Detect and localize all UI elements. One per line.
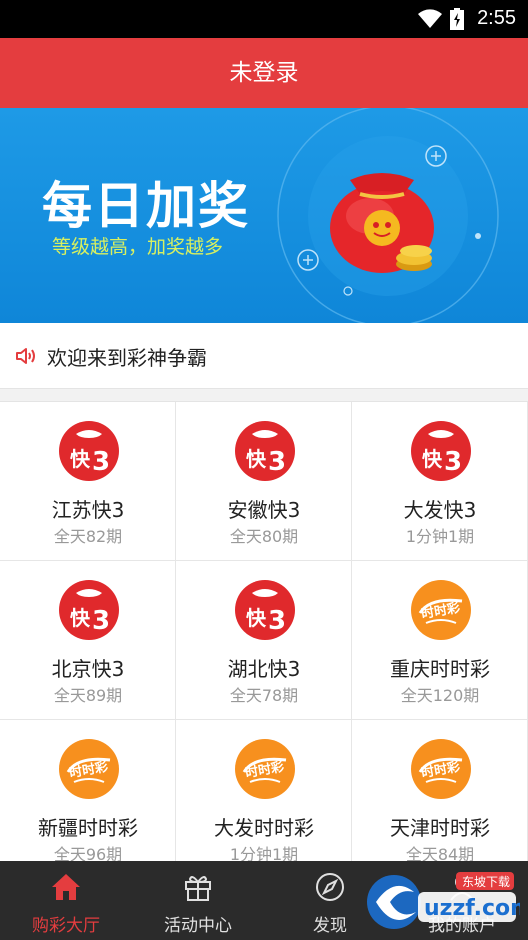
page-title: 未登录	[0, 38, 528, 108]
svg-text:快: 快	[70, 447, 91, 471]
svg-text:快: 快	[246, 447, 267, 471]
lottery-period: 全天89期	[53, 686, 123, 705]
shishicai-icon: 时时彩	[411, 739, 471, 799]
lottery-item[interactable]: 时时彩 重庆时时彩全天120期	[352, 561, 528, 720]
lottery-period: 全天96期	[53, 845, 123, 861]
kuai3-icon: 快 3	[235, 421, 295, 481]
lottery-item[interactable]: 时时彩 新疆时时彩全天96期	[0, 720, 176, 861]
lottery-name: 大发时时彩	[214, 816, 314, 840]
kuai3-icon: 快 3	[411, 421, 471, 481]
home-icon	[52, 874, 80, 900]
lottery-period: 全天120期	[400, 686, 480, 705]
lottery-name: 重庆时时彩	[390, 657, 490, 681]
svg-text:3: 3	[92, 447, 110, 477]
lottery-item[interactable]: 快 3 北京快3 全天89期	[0, 561, 176, 720]
tab-label: 购彩大厅	[32, 916, 100, 936]
lottery-item[interactable]: 时时彩 天津时时彩全天84期	[352, 720, 528, 861]
banner-title: 每日加奖	[42, 177, 250, 235]
watermark-logo: uzzf.com 东坡下载	[367, 872, 520, 929]
lottery-item[interactable]: 快 3 安徽快3 全天80期	[176, 402, 352, 561]
promo-banner[interactable]: 每日加奖 等级越高，加奖越多	[0, 108, 528, 323]
svg-text:快: 快	[246, 606, 267, 630]
lottery-name: 大发快3	[403, 498, 477, 522]
lottery-grid: 快 3 江苏快3 全天82期 快 3 安徽快3 全天80期 快 3 大发快3 1分钟1…	[0, 401, 528, 861]
gift-icon	[185, 876, 211, 901]
banner-subtitle: 等级越高，加奖越多	[52, 236, 224, 258]
lottery-period: 全天78期	[229, 686, 299, 705]
lottery-period: 1分钟1期	[405, 527, 475, 546]
lottery-name: 江苏快3	[51, 498, 125, 522]
watermark-subtext: 东坡下载	[462, 875, 510, 889]
svg-text:快: 快	[422, 447, 443, 471]
shishicai-icon: 时时彩	[235, 739, 295, 799]
shishicai-icon: 时时彩	[59, 739, 119, 799]
svg-text:3: 3	[92, 606, 110, 636]
tab-lobby[interactable]: 购彩大厅	[0, 861, 132, 940]
lottery-item[interactable]: 快 3 大发快3 1分钟1期	[352, 402, 528, 561]
kuai3-icon: 快 3	[235, 580, 295, 640]
notice-bar[interactable]: 欢迎来到彩神争霸	[0, 323, 528, 389]
kuai3-icon: 快 3	[59, 580, 119, 640]
lottery-item[interactable]: 时时彩 大发时时彩 1分钟1期	[176, 720, 352, 861]
tab-label: 活动中心	[164, 916, 232, 936]
kuai3-icon: 快 3	[59, 421, 119, 481]
lottery-item[interactable]: 快 3 湖北快3 全天78期	[176, 561, 352, 720]
shishicai-icon: 时时彩	[411, 580, 471, 640]
lottery-name: 安徽快3	[227, 498, 301, 522]
lottery-name: 新疆时时彩	[38, 816, 138, 840]
svg-text:3: 3	[268, 606, 286, 636]
lottery-period: 全天80期	[229, 527, 299, 546]
status-time: 2:55	[477, 7, 516, 29]
wifi-icon	[418, 9, 442, 28]
status-bar: 2:55	[0, 0, 528, 38]
battery-icon	[450, 8, 464, 30]
svg-text:3: 3	[268, 447, 286, 477]
svg-text:3: 3	[444, 447, 462, 477]
lottery-item[interactable]: 快 3 江苏快3 全天82期	[0, 402, 176, 561]
lottery-period: 全天82期	[53, 527, 123, 546]
lottery-period: 1分钟1期	[229, 845, 299, 861]
lottery-name: 北京快3	[51, 657, 125, 681]
lottery-name: 天津时时彩	[390, 816, 490, 840]
speaker-icon	[16, 348, 35, 364]
tab-activity[interactable]: 活动中心	[132, 861, 264, 940]
notice-text: 欢迎来到彩神争霸	[47, 346, 207, 370]
lottery-period: 全天84期	[405, 845, 475, 861]
watermark-text: uzzf.com	[424, 896, 520, 921]
compass-icon	[316, 873, 344, 901]
svg-text:快: 快	[70, 606, 91, 630]
lottery-name: 湖北快3	[227, 657, 301, 681]
